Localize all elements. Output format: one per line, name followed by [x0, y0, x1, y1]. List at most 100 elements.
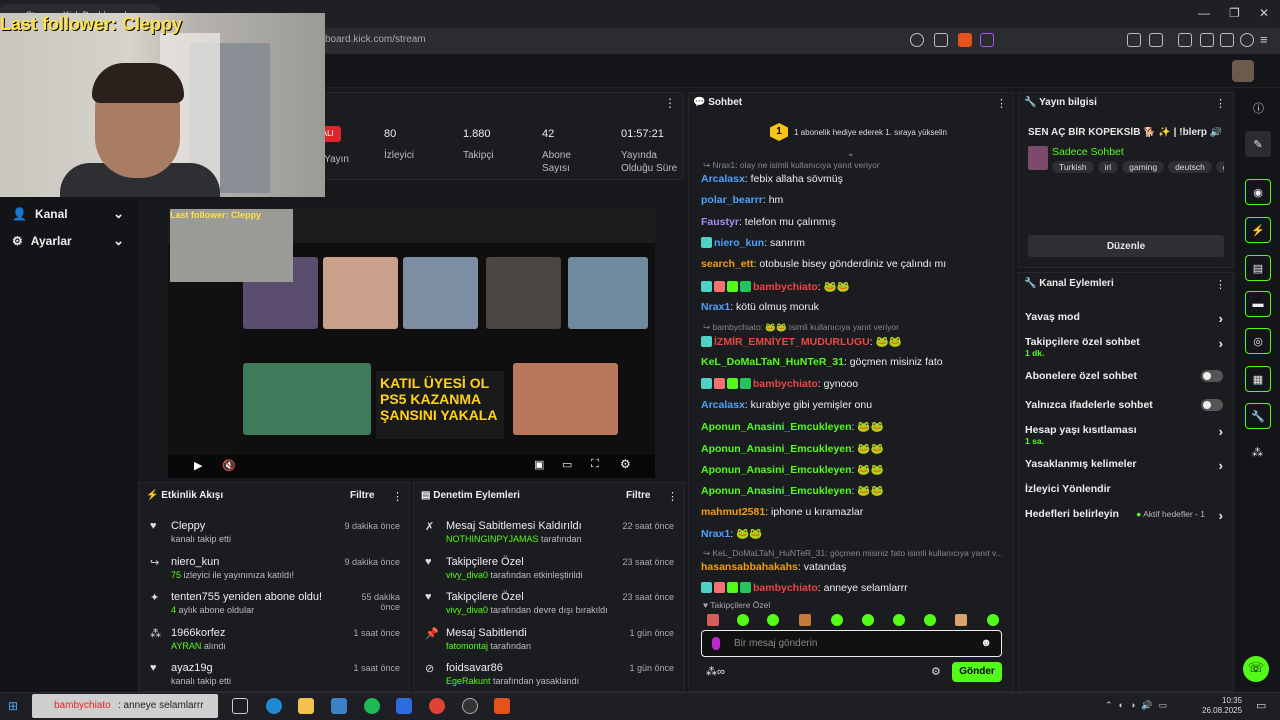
stream-tag[interactable]: irl [1097, 161, 1119, 173]
emote[interactable] [893, 614, 905, 626]
clipboard-icon[interactable]: ▤ [1245, 255, 1271, 281]
theater-icon[interactable]: ▭ [562, 458, 572, 471]
chat-icon[interactable]: ▬ [1245, 291, 1271, 317]
maximize-icon[interactable]: ❐ [1229, 6, 1240, 20]
avatar[interactable] [1232, 60, 1254, 82]
chat-message[interactable]: bambychiato: anneye selamlarrr [701, 582, 1011, 594]
more-icon[interactable]: ⋮ [392, 490, 403, 503]
chat-input[interactable]: Bir mesaj gönderin ☻ [701, 630, 1002, 657]
activity-filter-button[interactable]: Filtre [350, 490, 374, 501]
calculator-icon[interactable] [396, 698, 412, 714]
chat-username[interactable]: Aponun_Anasini_Emcukleyen [701, 485, 852, 497]
chat-message[interactable]: search_ett: otobusle bisey gönderdiniz v… [701, 258, 1011, 270]
more-icon[interactable]: ⋮ [664, 96, 676, 110]
chat-username[interactable]: search_ett [701, 258, 754, 270]
channel-action-item[interactable]: Yalnızca ifadelerle sohbet [1025, 399, 1227, 411]
layout-icon[interactable]: ▦ [1245, 366, 1271, 392]
chat-username[interactable]: Nrax1 [701, 301, 730, 313]
obs-icon[interactable] [462, 698, 478, 714]
chat-message[interactable]: Aponun_Anasini_Emcukleyen: 🐸🐸 [701, 463, 1011, 476]
highlight[interactable]: vivy_diva0 [446, 605, 488, 615]
moderation-filter-button[interactable]: Filtre [626, 490, 650, 501]
emote[interactable] [707, 614, 719, 626]
chat-message[interactable]: Nrax1: 🐸🐸 [701, 527, 1011, 540]
points-icon[interactable]: ⁂ [1252, 446, 1263, 459]
chat-message[interactable]: Arcalasx: febix allaha sövmüş [701, 173, 1011, 185]
stream-preview[interactable]: KATIL ÜYESİ OL PS5 KAZANMA ŞANSINI YAKAL… [168, 207, 655, 478]
chat-username[interactable]: mahmut2581 [701, 506, 765, 518]
chat-username[interactable]: Aponun_Anasini_Emcukleyen [701, 443, 852, 455]
brave-shield-icon[interactable] [958, 33, 972, 47]
brave-rewards-icon[interactable] [980, 33, 994, 47]
gift-leaderboard-text[interactable]: 1 abonelik hediye ederek 1. sıraya yükse… [794, 128, 947, 137]
chat-message[interactable]: Arcalasx: kurabiye gibi yemişler onu [701, 399, 1011, 411]
emote[interactable] [924, 614, 936, 626]
chat-username[interactable]: Aponun_Anasini_Emcukleyen [701, 464, 852, 476]
nav-item-kanal[interactable]: 👤 Kanal ⌄ [12, 206, 124, 221]
points-icon[interactable]: ⁂∞ [706, 665, 725, 678]
extensions-icon[interactable] [1127, 33, 1141, 47]
chat-username[interactable]: Arcalasx [701, 173, 745, 185]
stream-tag[interactable]: gaming [1122, 161, 1165, 173]
nav-item-ayarlar[interactable]: ⚙ Ayarlar ⌄ [12, 233, 124, 248]
chat-username[interactable]: niero_kun [714, 237, 764, 249]
edit-button[interactable]: Düzenle [1028, 235, 1224, 257]
camera-icon[interactable]: ◉ [1245, 179, 1271, 205]
chat-username[interactable]: Aponun_Anasini_Emcukleyen [701, 421, 852, 433]
pip-icon[interactable]: ▣ [534, 458, 544, 471]
sidebar-icon[interactable] [1178, 33, 1192, 47]
toggle-switch[interactable] [1201, 370, 1223, 382]
more-icon[interactable]: ⋮ [667, 490, 678, 503]
emote[interactable] [862, 614, 874, 626]
play-icon[interactable]: ▶ [194, 459, 202, 472]
highlight[interactable]: EgeRakunt [446, 676, 491, 686]
emote[interactable] [767, 614, 779, 626]
chat-username[interactable]: KeL_DoMaLTaN_HuNTeR_31 [701, 356, 844, 368]
channel-action-item[interactable]: Hesap yaşı kısıtlaması 1 sa. › [1025, 424, 1227, 446]
chat-message[interactable]: polar_bearrr: hm [701, 194, 1011, 206]
help-icon[interactable]: ☏ [1243, 656, 1269, 682]
menu-icon[interactable]: ≡ [1260, 32, 1268, 47]
emote[interactable] [987, 614, 999, 626]
highlight[interactable]: NOTHINGINPYJAMAS [446, 534, 539, 544]
chat-username[interactable]: İZMİR_EMNİYET_MUDURLUGU [714, 336, 870, 348]
vpn-icon[interactable] [1240, 33, 1254, 47]
stream-tag[interactable]: Turkish [1052, 161, 1094, 173]
chat-username[interactable]: Faustyr [701, 216, 739, 228]
spotify-icon[interactable] [364, 698, 380, 714]
chat-message[interactable]: Aponun_Anasini_Emcukleyen: 🐸🐸 [701, 484, 1011, 497]
url-field[interactable]: board.kick.com/stream [325, 34, 426, 45]
highlight[interactable]: vivy_diva0 [446, 570, 488, 580]
channel-action-item[interactable]: Abonelere özel sohbet [1025, 370, 1227, 382]
chat-message[interactable]: niero_kun: sanırım [701, 236, 1011, 249]
mute-icon[interactable]: 🔇 [222, 459, 236, 472]
search-icon[interactable] [910, 33, 924, 47]
chat-settings-icon[interactable]: ⚙ [931, 665, 941, 678]
chat-username[interactable]: Nrax1 [701, 528, 730, 540]
minimize-icon[interactable]: — [1198, 6, 1210, 20]
chat-message[interactable]: Aponun_Anasini_Emcukleyen: 🐸🐸 [701, 442, 1011, 455]
chat-message[interactable]: İZMİR_EMNİYET_MUDURLUGU: 🐸🐸 [701, 335, 1011, 348]
channel-action-item[interactable]: Takipçilere özel sohbet 1 dk. › [1025, 336, 1227, 358]
channel-action-item[interactable]: İzleyici Yönlendir [1025, 483, 1227, 495]
chat-username[interactable]: hasansabbahakahs [701, 561, 798, 573]
highlight[interactable]: fatomontaj [446, 641, 488, 651]
emote[interactable] [737, 614, 749, 626]
emote[interactable] [831, 614, 843, 626]
more-icon[interactable]: ⋮ [1215, 278, 1226, 291]
channel-action-item[interactable]: Yasaklanmış kelimeler › [1025, 458, 1227, 473]
chat-username[interactable]: bambychiato [753, 582, 818, 594]
wallet-icon[interactable] [1200, 33, 1214, 47]
chat-username[interactable]: Arcalasx [701, 399, 745, 411]
task-view-icon[interactable] [232, 698, 248, 714]
info-icon[interactable]: ⓘ [1253, 100, 1264, 116]
category-name[interactable]: Sadece Sohbet [1052, 146, 1124, 158]
settings-icon[interactable]: ⚙ [620, 457, 631, 471]
chat-message[interactable]: bambychiato: gynooo [701, 377, 1011, 390]
media-icon[interactable] [1149, 33, 1163, 47]
chat-message[interactable]: Aponun_Anasini_Emcukleyen: 🐸🐸 [701, 420, 1011, 433]
chat-message[interactable]: Nrax1: kötü olmuş moruk [701, 301, 1011, 313]
pinned-chevron-icon[interactable]: ⌄ [847, 148, 855, 159]
emoji-icon[interactable]: ☻ [980, 637, 992, 649]
stream-tag[interactable]: deutsch [1168, 161, 1212, 173]
